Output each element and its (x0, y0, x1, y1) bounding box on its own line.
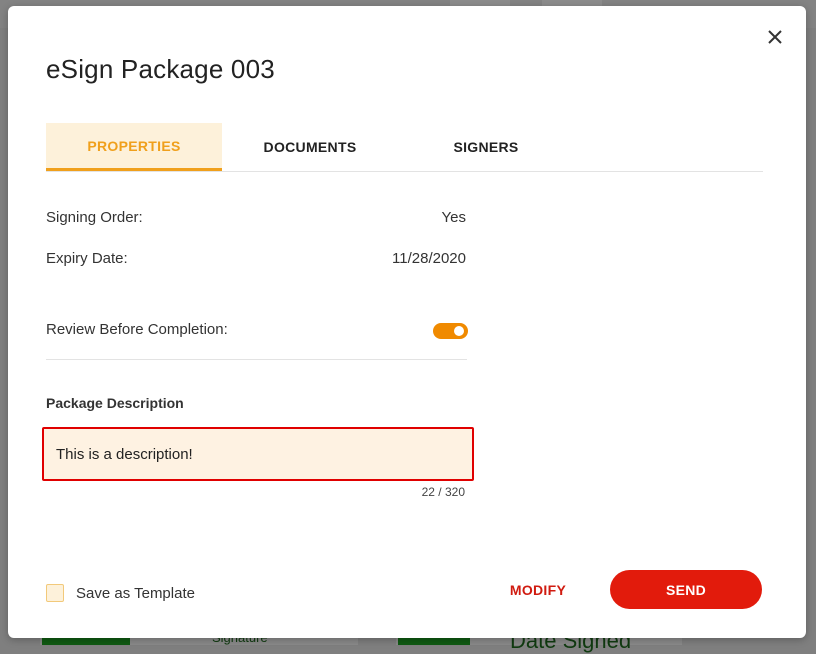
package-description-input[interactable] (42, 427, 474, 481)
tab-documents[interactable]: DOCUMENTS (222, 123, 398, 171)
send-button[interactable]: SEND (610, 570, 762, 609)
toggle-knob (454, 326, 464, 336)
section-divider (46, 359, 467, 360)
dialog-title: eSign Package 003 (46, 54, 275, 84)
review-before-completion-label: Review Before Completion: (46, 320, 228, 338)
tab-signers[interactable]: SIGNERS (398, 123, 574, 171)
save-as-template-checkbox[interactable] (46, 584, 64, 602)
description-char-count: 22 / 320 (421, 485, 465, 499)
modify-button[interactable]: MODIFY (498, 580, 578, 600)
esign-package-dialog: eSign Package 003 PROPERTIES DOCUMENTS S… (8, 6, 806, 638)
signing-order-value: Yes (441, 208, 466, 226)
close-icon (768, 30, 782, 44)
tab-bar: PROPERTIES DOCUMENTS SIGNERS (46, 123, 763, 172)
signing-order-row: Signing Order: Yes (46, 207, 466, 227)
signing-order-label: Signing Order: (46, 208, 143, 226)
expiry-date-value: 11/28/2020 (392, 249, 466, 267)
review-before-completion-toggle[interactable] (433, 323, 468, 339)
package-description-label: Package Description (46, 395, 184, 411)
expiry-date-row: Expiry Date: 11/28/2020 (46, 248, 466, 268)
tab-properties[interactable]: PROPERTIES (46, 123, 222, 171)
save-as-template-label: Save as Template (76, 585, 195, 602)
expiry-date-label: Expiry Date: (46, 249, 128, 267)
review-before-completion-row: Review Before Completion: (46, 319, 466, 339)
close-button[interactable] (764, 26, 786, 48)
